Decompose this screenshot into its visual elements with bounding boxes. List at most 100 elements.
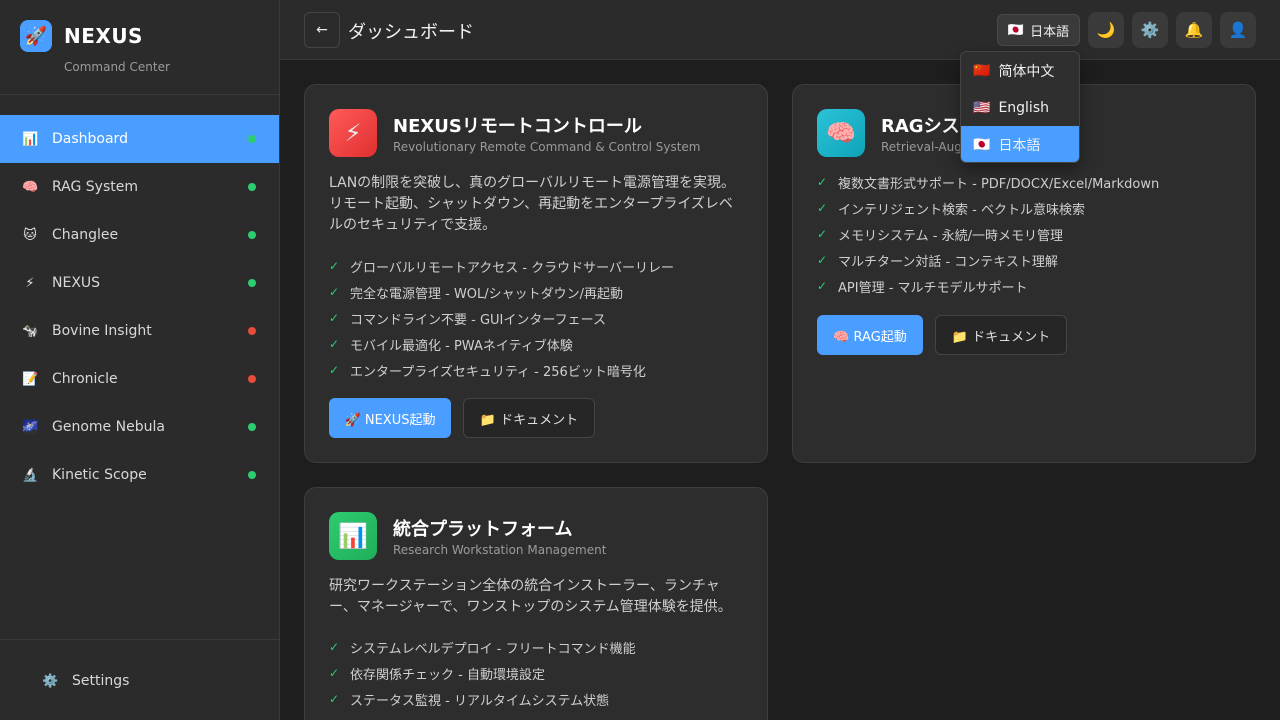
rocket-icon: 🚀 (20, 20, 52, 52)
list-item: ✓ 複数文書形式サポート - PDF/DOCX/Excel/Markdown (817, 169, 1237, 195)
flag-icon: 🇯🇵 (1007, 22, 1025, 38)
launch-rag-button[interactable]: 🧠 RAG起動 (817, 315, 923, 355)
moon-icon: 🌙 (1096, 21, 1116, 39)
sidebar: 🚀 NEXUS Command Center 📊 Dashboard 🧠 RAG… (0, 0, 280, 720)
feature-text: ステータス監視 - リアルタイムシステム状態 (350, 693, 610, 709)
sidebar-item-label: Dashboard (52, 131, 128, 147)
card-description: 研究ワークステーション全体の統合インストーラー、ランチャー、マネージャーで、ワン… (329, 578, 732, 615)
list-item: ✓ 依存関係チェック - 自動環境設定 (329, 660, 749, 686)
brand-subtitle: Command Center (64, 60, 170, 74)
feature-text: コマンドライン不要 - GUIインターフェース (350, 312, 606, 328)
check-icon: ✓ (817, 253, 828, 267)
check-icon: ✓ (329, 311, 340, 325)
check-icon: ✓ (817, 175, 828, 189)
settings-button[interactable]: ⚙️ (1132, 12, 1168, 48)
nexus-card: ⚡ NEXUSリモートコントロール Revolutionary Remote C… (304, 84, 768, 463)
check-icon: ✓ (329, 363, 340, 377)
check-icon: ✓ (817, 201, 828, 215)
status-dot (248, 375, 256, 383)
list-item: ✓ グローバルリモートアクセス - クラウドサーバーリレー (329, 253, 749, 279)
language-option-label: 简体中文 (998, 63, 1055, 80)
feature-text: インテリジェント検索 - ベクトル意味検索 (838, 202, 1085, 218)
sidebar-item-genome-nebula[interactable]: 🌌 Genome Nebula (0, 403, 279, 451)
sidebar-item-rag-system[interactable]: 🧠 RAG System (0, 163, 279, 211)
check-icon: ✓ (329, 337, 340, 351)
check-icon: ✓ (329, 666, 340, 680)
card-title: NEXUSリモートコントロール (393, 116, 642, 137)
feature-list: ✓ 複数文書形式サポート - PDF/DOCX/Excel/Markdown ✓ イ… (817, 169, 1237, 299)
check-icon: ✓ (329, 285, 340, 299)
feature-text: モバイル最適化 - PWAネイティブ体験 (350, 338, 573, 354)
list-item: ✓ モバイル最適化 - PWAネイティブ体験 (329, 331, 749, 357)
check-icon: ✓ (817, 227, 828, 241)
list-item: ✓ マルチターン対話 - コンテキスト理解 (817, 247, 1237, 273)
cat-icon: 🐱 (23, 227, 37, 243)
status-dot (248, 231, 256, 239)
brain-icon: 🧠 (817, 109, 865, 157)
rag-docs-button[interactable]: 📁 ドキュメント (935, 315, 1067, 355)
feature-text: メモリシステム - 永続/一時メモリ管理 (838, 228, 1063, 244)
chart-icon: 📊 (22, 131, 39, 147)
language-label: 日本語 (1030, 24, 1070, 40)
status-dot (248, 183, 256, 191)
feature-list: ✓ システムレベルデプロイ - フリートコマンド機能 ✓ 依存関係チェック - 自動… (329, 634, 749, 712)
sidebar-item-chronicle[interactable]: 📝 Chronicle (0, 355, 279, 403)
language-option-zh[interactable]: 🇨🇳 简体中文 (961, 52, 1079, 89)
sidebar-item-bovine-insight[interactable]: 🐄 Bovine Insight (0, 307, 279, 355)
sidebar-item-label: Genome Nebula (52, 419, 165, 435)
feature-text: エンタープライズセキュリティ - 256ビット暗号化 (350, 364, 646, 380)
settings-label: Settings (72, 673, 130, 689)
gear-icon: ⚙️ (1140, 21, 1160, 39)
sidebar-nav: 📊 Dashboard 🧠 RAG System 🐱 Changlee ⚡ NE… (0, 115, 279, 499)
sidebar-item-nexus[interactable]: ⚡ NEXUS (0, 259, 279, 307)
card-description: LANの制限を突破し、真のグローバルリモート電源管理を実現。リモート起動、シャッ… (329, 175, 736, 233)
feature-text: 複数文書形式サポート - PDF/DOCX/Excel/Markdown (838, 176, 1160, 192)
language-option-label: English (998, 99, 1049, 116)
feature-text: 完全な電源管理 - WOL/シャットダウン/再起動 (350, 286, 624, 302)
feature-text: グローバルリモートアクセス - クラウドサーバーリレー (350, 260, 675, 276)
brand-name: NEXUS (64, 24, 143, 48)
language-option-label: 日本語 (998, 137, 1041, 154)
feature-text: マルチターン対話 - コンテキスト理解 (838, 254, 1058, 270)
brain-icon: 🧠 (22, 179, 39, 195)
language-option-ja[interactable]: 🇯🇵 日本語 (961, 126, 1079, 162)
gear-icon: ⚙️ (42, 673, 59, 689)
list-item: ✓ システムレベルデプロイ - フリートコマンド機能 (329, 634, 749, 660)
check-icon: ✓ (329, 259, 340, 273)
language-dropdown: 🇨🇳 简体中文 🇺🇸 English 🇯🇵 日本語 (960, 51, 1080, 163)
platform-card: 📊 統合プラットフォーム Research Workstation Manage… (304, 487, 768, 720)
sidebar-item-label: RAG System (52, 179, 138, 195)
microscope-icon: 🔬 (22, 467, 39, 483)
card-subtitle: Revolutionary Remote Command & Control S… (393, 140, 701, 154)
language-option-en[interactable]: 🇺🇸 English (961, 89, 1079, 126)
user-icon: 👤 (1228, 21, 1248, 39)
bell-icon: 🔔 (1184, 21, 1204, 39)
sidebar-item-label: Chronicle (52, 371, 118, 387)
check-icon: ✓ (329, 692, 340, 706)
launch-nexus-button[interactable]: 🚀 NEXUS起動 (329, 398, 451, 438)
sidebar-settings[interactable]: ⚙️ Settings (42, 673, 129, 689)
user-button[interactable]: 👤 (1220, 12, 1256, 48)
flag-icon: 🇨🇳 (973, 62, 991, 79)
brand: 🚀 NEXUS Command Center (0, 0, 279, 95)
sidebar-item-label: Bovine Insight (52, 323, 152, 339)
cow-icon: 🐄 (22, 323, 39, 339)
list-item: ✓ コマンドライン不要 - GUIインターフェース (329, 305, 749, 331)
top-header: ← ダッシュボード 🇯🇵 日本語 🌙 ⚙️ 🔔 👤 (280, 0, 1280, 60)
sidebar-item-kinetic-scope[interactable]: 🔬 Kinetic Scope (0, 451, 279, 499)
list-item: ✓ API管理 - マルチモデルサポート (817, 273, 1237, 299)
list-item: ✓ メモリシステム - 永続/一時メモリ管理 (817, 221, 1237, 247)
card-title: RAGシス (881, 116, 960, 137)
back-button[interactable]: ← (304, 12, 340, 48)
sidebar-item-dashboard[interactable]: 📊 Dashboard (0, 115, 279, 163)
feature-text: システムレベルデプロイ - フリートコマンド機能 (350, 641, 636, 657)
notifications-button[interactable]: 🔔 (1176, 12, 1212, 48)
nexus-docs-button[interactable]: 📁 ドキュメント (463, 398, 595, 438)
sidebar-item-label: Changlee (52, 227, 119, 243)
sidebar-item-changlee[interactable]: 🐱 Changlee (0, 211, 279, 259)
language-selector[interactable]: 🇯🇵 日本語 (997, 14, 1080, 46)
sidebar-footer: ⚙️ Settings (0, 639, 279, 720)
galaxy-icon: 🌌 (22, 419, 39, 435)
theme-toggle-button[interactable]: 🌙 (1088, 12, 1124, 48)
status-dot (248, 471, 256, 479)
